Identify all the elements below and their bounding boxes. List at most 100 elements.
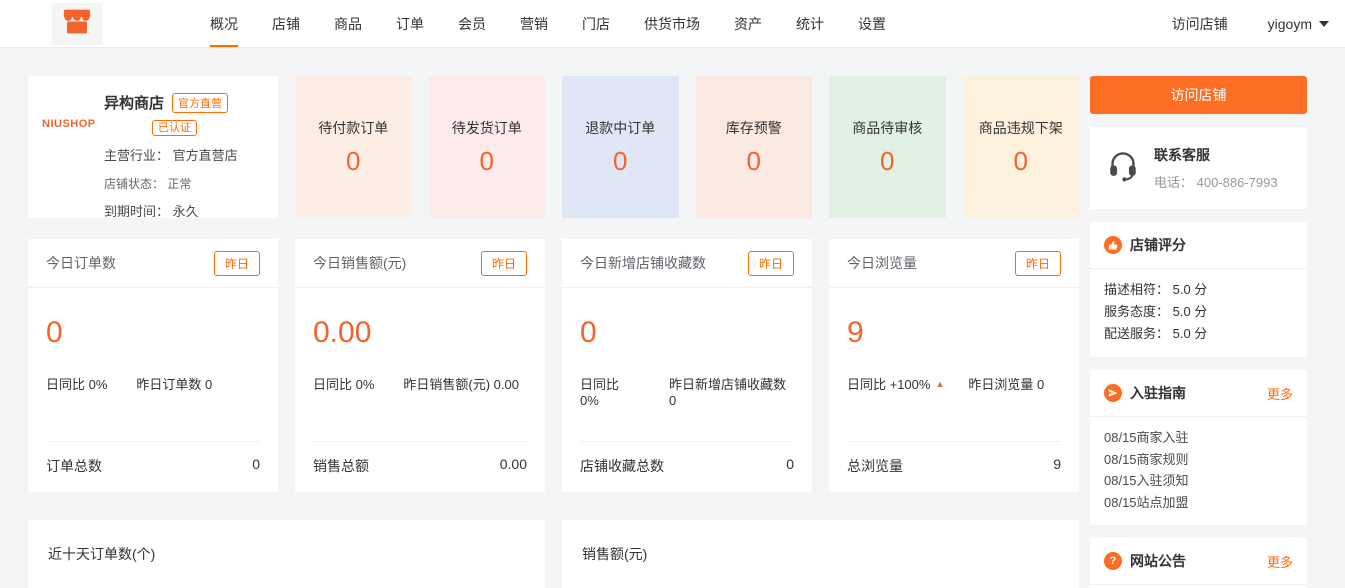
headset-icon — [1104, 149, 1142, 188]
notice-more-link[interactable]: 更多 — [1267, 552, 1293, 571]
nav-item-stores[interactable]: 门店 — [582, 0, 610, 47]
card-title: 今日浏览量 — [847, 253, 917, 273]
metric-value: 0 — [580, 318, 794, 348]
paper-plane-icon — [1104, 384, 1122, 402]
metric-value: 0 — [46, 318, 260, 348]
shop-expire: 到期时间： 永久 — [104, 201, 264, 220]
main-content: NIUSHOP 异构商店 官方直营 已认证 主营行业： 官方直营店 店铺状态： … — [0, 48, 1345, 588]
charts-row: 近十天订单数(个) 销售额(元) — [28, 520, 1079, 588]
guide-title: 入驻指南 — [1130, 383, 1186, 403]
tile-goods-removed[interactable]: 商品违规下架 0 — [963, 76, 1080, 218]
tile-label: 待发货订单 — [452, 118, 522, 138]
yesterday-value: 昨日销售额(元) 0.00 — [403, 374, 519, 393]
shop-name: 异构商店 — [104, 92, 164, 113]
guide-more-link[interactable]: 更多 — [1267, 384, 1293, 403]
guide-item[interactable]: 08/15站点加盟 — [1104, 492, 1293, 514]
notice-title: 网站公告 — [1130, 551, 1186, 571]
tile-value: 0 — [480, 146, 494, 177]
guide-item[interactable]: 08/15入驻须知 — [1104, 470, 1293, 492]
shop-rating-card: 店铺评分 描述相符： 5.0 分 服务态度： 5.0 分 配送服务： 5.0 分 — [1090, 222, 1307, 357]
tile-label: 库存预警 — [726, 118, 782, 138]
nav-item-shop[interactable]: 店铺 — [272, 0, 300, 47]
app-logo[interactable] — [52, 3, 102, 45]
yesterday-toggle-button[interactable]: 昨日 — [1015, 251, 1061, 276]
question-mark-icon: ? — [1104, 552, 1122, 570]
visit-store-link[interactable]: 访问店铺 — [1172, 14, 1228, 34]
tile-value: 0 — [346, 146, 360, 177]
nav-item-statistics[interactable]: 统计 — [796, 0, 824, 47]
tile-value: 0 — [613, 146, 627, 177]
nav-item-orders[interactable]: 订单 — [396, 0, 424, 47]
content-column: NIUSHOP 异构商店 官方直营 已认证 主营行业： 官方直营店 店铺状态： … — [28, 76, 1079, 588]
day-ratio: 日同比 0% — [580, 374, 640, 408]
entry-guide-card: 入驻指南 更多 08/15商家入驻 08/15商家规则 08/15入驻须知 08… — [1090, 370, 1307, 525]
trend-up-icon: ▲ — [935, 379, 944, 389]
certified-badge: 已认证 — [152, 120, 197, 136]
rating-description: 描述相符： 5.0 分 — [1104, 279, 1293, 301]
guide-item[interactable]: 08/15商家入驻 — [1104, 427, 1293, 449]
service-title: 联系客服 — [1154, 145, 1278, 165]
service-phone: 电话： 400-886-7993 — [1154, 172, 1278, 191]
tile-value: 0 — [880, 146, 894, 177]
top-navigation-bar: 概况 店铺 商品 订单 会员 营销 门店 供货市场 资产 统计 设置 访问店铺 … — [0, 0, 1345, 48]
yesterday-toggle-button[interactable]: 昨日 — [214, 251, 260, 276]
total-label: 店铺收藏总数 — [580, 456, 664, 476]
metric-value: 9 — [847, 318, 1061, 348]
total-label: 总浏览量 — [847, 456, 903, 476]
overview-row: NIUSHOP 异构商店 官方直营 已认证 主营行业： 官方直营店 店铺状态： … — [28, 76, 1079, 218]
shop-info-card: NIUSHOP 异构商店 官方直营 已认证 主营行业： 官方直营店 店铺状态： … — [28, 76, 278, 218]
user-menu[interactable]: yigoym — [1268, 16, 1329, 32]
site-notice-card: ? 网站公告 更多 — [1090, 538, 1307, 588]
chevron-down-icon — [1319, 21, 1329, 27]
yesterday-value: 昨日新增店铺收藏数 0 — [669, 374, 794, 408]
nav-item-members[interactable]: 会员 — [458, 0, 486, 47]
chart-title: 销售额(元) — [582, 544, 1059, 564]
total-value: 0 — [252, 456, 260, 476]
nav-item-assets[interactable]: 资产 — [734, 0, 762, 47]
shop-info: 异构商店 官方直营 已认证 主营行业： 官方直营店 店铺状态： 正常 到期时间：… — [104, 92, 264, 202]
rating-service: 服务态度： 5.0 分 — [1104, 301, 1293, 323]
sales-trend-chart-card: 销售额(元) — [562, 520, 1079, 588]
chart-title: 近十天订单数(个) — [48, 544, 525, 564]
shop-status: 店铺状态： 正常 — [104, 175, 264, 192]
yesterday-toggle-button[interactable]: 昨日 — [748, 251, 794, 276]
tile-label: 退款中订单 — [585, 118, 655, 138]
tile-label: 商品待审核 — [852, 118, 922, 138]
card-title: 今日新增店铺收藏数 — [580, 253, 706, 273]
orders-trend-chart-card: 近十天订单数(个) — [28, 520, 545, 588]
today-metrics-row: 今日订单数 昨日 0 日同比 0% 昨日订单数 0 订单总数 0 — [28, 239, 1079, 492]
nav-item-marketing[interactable]: 营销 — [520, 0, 548, 47]
total-label: 订单总数 — [46, 456, 102, 476]
tile-value: 0 — [747, 146, 761, 177]
guide-item[interactable]: 08/15商家规则 — [1104, 449, 1293, 471]
today-orders-card: 今日订单数 昨日 0 日同比 0% 昨日订单数 0 订单总数 0 — [28, 239, 278, 492]
tile-stock-warning[interactable]: 库存预警 0 — [696, 76, 813, 218]
card-title: 今日销售额(元) — [313, 253, 406, 273]
today-pageviews-card: 今日浏览量 昨日 9 日同比 +100% ▲ 昨日浏览量 0 总浏览量 9 — [829, 239, 1079, 492]
day-ratio: 日同比 0% — [46, 374, 107, 393]
tile-value: 0 — [1014, 146, 1028, 177]
tile-pending-shipment[interactable]: 待发货订单 0 — [429, 76, 546, 218]
metric-value: 0.00 — [313, 318, 527, 348]
nav-item-settings[interactable]: 设置 — [858, 0, 886, 47]
main-nav: 概况 店铺 商品 订单 会员 营销 门店 供货市场 资产 统计 设置 — [210, 0, 886, 47]
yesterday-value: 昨日浏览量 0 — [968, 374, 1044, 393]
nav-item-goods[interactable]: 商品 — [334, 0, 362, 47]
tile-label: 商品违规下架 — [979, 118, 1063, 138]
today-favorites-card: 今日新增店铺收藏数 昨日 0 日同比 0% 昨日新增店铺收藏数 0 店铺收藏总数… — [562, 239, 812, 492]
tile-refunding-orders[interactable]: 退款中订单 0 — [562, 76, 679, 218]
nav-item-supply-market[interactable]: 供货市场 — [644, 0, 700, 47]
total-label: 销售总额 — [313, 456, 369, 476]
nav-item-overview[interactable]: 概况 — [210, 0, 238, 47]
storefront-icon — [62, 8, 92, 40]
visit-store-button[interactable]: 访问店铺 — [1090, 76, 1307, 114]
shop-industry: 主营行业： 官方直营店 — [104, 145, 264, 164]
tile-goods-pending-review[interactable]: 商品待审核 0 — [829, 76, 946, 218]
tile-pending-payment[interactable]: 待付款订单 0 — [295, 76, 412, 218]
today-sales-card: 今日销售额(元) 昨日 0.00 日同比 0% 昨日销售额(元) 0.00 销售… — [295, 239, 545, 492]
topbar-right: 访问店铺 yigoym — [1172, 0, 1329, 47]
yesterday-toggle-button[interactable]: 昨日 — [481, 251, 527, 276]
total-value: 0.00 — [500, 456, 527, 476]
day-ratio: 日同比 +100% — [847, 374, 930, 393]
customer-service-card: 联系客服 电话： 400-886-7993 — [1090, 127, 1307, 209]
